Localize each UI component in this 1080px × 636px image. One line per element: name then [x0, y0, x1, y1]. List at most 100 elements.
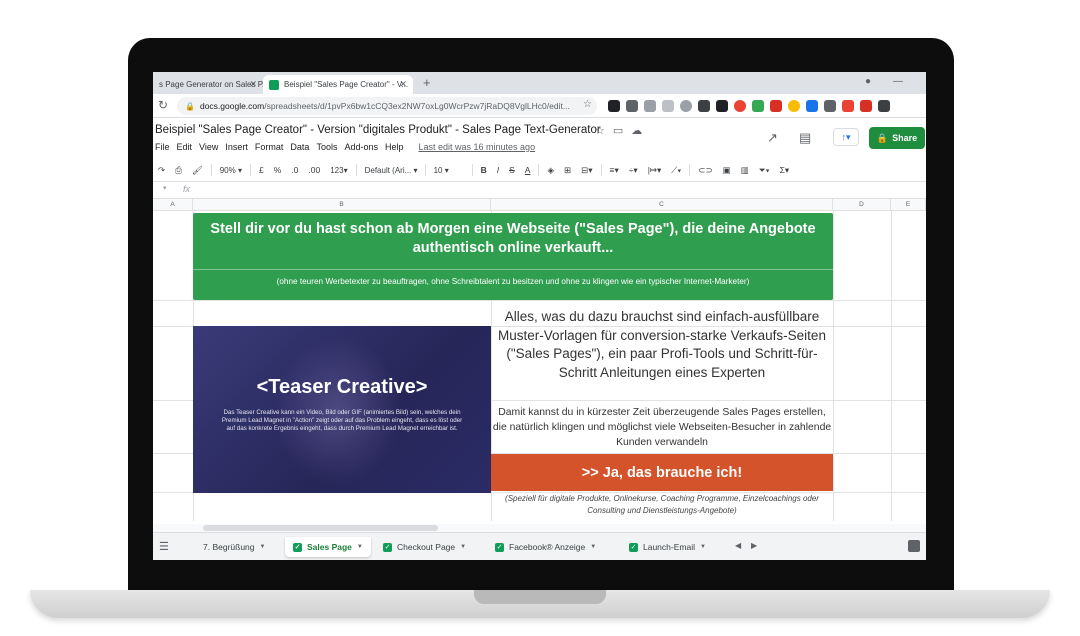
sheet-tab[interactable]: ✓ Launch-Email ▼ [621, 537, 714, 557]
extension-icon[interactable] [608, 100, 620, 112]
strikethrough-button[interactable]: S [504, 165, 520, 175]
column-header-e[interactable]: E [891, 199, 926, 211]
formula-bar[interactable]: ▾ fx [153, 181, 926, 199]
fill-color-icon[interactable]: ◈ [542, 165, 559, 176]
close-icon[interactable]: ✕ [249, 79, 257, 90]
present-button[interactable]: ↑▾ [833, 128, 859, 146]
activity-trend-icon[interactable]: ↗ [767, 130, 778, 146]
redo-icon[interactable]: ↷ [153, 165, 170, 176]
menu-format[interactable]: Format [255, 142, 284, 152]
browser-tab-active[interactable]: Beispiel "Sales Page Creator" - V... ✕ [263, 75, 413, 94]
extension-icon[interactable] [770, 100, 782, 112]
align-horizontal-icon[interactable]: ≡▾ [605, 165, 624, 176]
menu-insert[interactable]: Insert [225, 142, 248, 152]
extension-icon[interactable] [734, 100, 746, 112]
merge-cells-icon[interactable]: ⊟▾ [576, 165, 597, 176]
extension-icon[interactable] [662, 100, 674, 112]
name-box-caret-icon[interactable]: ▾ [163, 184, 167, 192]
scroll-tabs-right-icon[interactable]: ▶ [751, 541, 757, 550]
comment-icon[interactable]: ▣ [718, 165, 736, 176]
menu-tools[interactable]: Tools [316, 142, 337, 152]
percent-format-button[interactable]: % [269, 165, 287, 175]
text-wrap-icon[interactable]: |↦▾ [643, 165, 667, 176]
extension-icon[interactable] [644, 100, 656, 112]
cta-button[interactable]: >> Ja, das brauche ich! [491, 454, 833, 491]
borders-icon[interactable]: ⊞ [559, 165, 576, 176]
menu-help[interactable]: Help [385, 142, 404, 152]
extension-icon[interactable] [752, 100, 764, 112]
extension-icon[interactable] [842, 100, 854, 112]
font-select[interactable]: Default (Ari... ▾ [360, 166, 422, 175]
currency-format-button[interactable]: £ [254, 165, 269, 175]
text-color-button[interactable]: A [520, 165, 536, 175]
new-tab-icon[interactable]: + [423, 75, 431, 90]
sheet-tab[interactable]: ✓ Checkout Page ▼ [375, 537, 474, 557]
column-header-b[interactable]: B [193, 199, 491, 211]
column-header-a[interactable]: A [153, 199, 193, 211]
extension-icon[interactable] [698, 100, 710, 112]
chevron-down-icon[interactable]: ▼ [260, 544, 266, 550]
explore-icon[interactable] [908, 540, 920, 552]
url-input[interactable]: 🔒 docs.google.com /spreadsheets/d/1pvPx6… [177, 97, 597, 115]
browser-tab[interactable]: s Page Generator on Sales P... ✕ [153, 75, 263, 94]
menu-file[interactable]: File [155, 142, 170, 152]
scrollbar-thumb[interactable] [203, 525, 438, 531]
filter-icon[interactable]: ⏷▾ [754, 165, 775, 176]
extension-icon[interactable] [824, 100, 836, 112]
chart-icon[interactable]: ▥ [736, 165, 754, 176]
print-icon[interactable]: ⎙ [170, 165, 187, 176]
formatting-toolbar: ↷ ⎙ 🖌 90% ▾ £ % .0 .00 123▾ Default (Ari… [153, 160, 926, 180]
functions-icon[interactable]: Σ▾ [775, 165, 795, 176]
screen: s Page Generator on Sales P... ✕ Beispie… [153, 72, 926, 560]
extension-icon[interactable] [860, 100, 872, 112]
record-icon[interactable]: ● [865, 76, 871, 87]
folder-icon[interactable]: ▭ [613, 124, 623, 137]
menu-view[interactable]: View [199, 142, 218, 152]
share-button[interactable]: 🔒 Share [869, 127, 925, 149]
all-sheets-menu-icon[interactable]: ☰ [159, 540, 169, 553]
extension-icon[interactable] [806, 100, 818, 112]
menu-data[interactable]: Data [290, 142, 309, 152]
scroll-tabs-left-icon[interactable]: ◀ [735, 541, 741, 550]
close-icon[interactable]: ✕ [399, 79, 407, 90]
bookmark-star-icon[interactable]: ☆ [583, 99, 592, 110]
puzzle-icon[interactable] [878, 100, 890, 112]
italic-button[interactable]: I [492, 165, 504, 175]
align-vertical-icon[interactable]: ÷▾ [624, 165, 643, 176]
menu-addons[interactable]: Add-ons [344, 142, 378, 152]
link-icon[interactable]: ⊂⊃ [693, 165, 717, 176]
paint-format-icon[interactable]: 🖌 [187, 165, 208, 176]
document-title[interactable]: Beispiel "Sales Page Creator" - Version … [155, 124, 601, 136]
comments-icon[interactable]: ▤ [799, 130, 811, 146]
chevron-down-icon[interactable]: ▼ [460, 544, 466, 550]
increase-decimal-button[interactable]: .00 [303, 165, 325, 175]
chevron-down-icon[interactable]: ▼ [357, 544, 363, 550]
extension-icon[interactable] [680, 100, 692, 112]
minimize-icon[interactable]: — [893, 76, 903, 87]
extension-icon[interactable] [716, 100, 728, 112]
menu-edit[interactable]: Edit [177, 142, 193, 152]
number-format-select[interactable]: 123▾ [325, 166, 352, 175]
checkbox-icon: ✓ [629, 542, 638, 552]
horizontal-scrollbar[interactable] [153, 524, 926, 532]
chevron-down-icon[interactable]: ▼ [590, 544, 596, 550]
star-icon[interactable]: ☆ [595, 124, 605, 137]
sheet-tab-active[interactable]: ✓ Sales Page ▼ [285, 537, 371, 557]
font-size-select[interactable]: 10 ▾ [429, 166, 469, 175]
decrease-decimal-button[interactable]: .0 [286, 165, 303, 175]
text-rotate-icon[interactable]: ⟋▾ [666, 165, 686, 176]
sub-copy: Damit kannst du in kürzester Zeit überze… [492, 407, 832, 448]
extension-icon[interactable] [626, 100, 638, 112]
zoom-value: 90% [219, 165, 236, 175]
reload-icon[interactable]: ↻ [158, 98, 168, 112]
zoom-select[interactable]: 90% ▾ [215, 166, 247, 175]
column-header-d[interactable]: D [833, 199, 891, 211]
extension-icon[interactable] [788, 100, 800, 112]
bold-button[interactable]: B [476, 165, 492, 175]
column-header-c[interactable]: C [491, 199, 833, 211]
spreadsheet-grid[interactable]: Stell dir vor du hast schon ab Morgen ei… [153, 211, 926, 521]
sheet-tab[interactable]: ✓ Facebook® Anzeige ▼ [487, 537, 604, 557]
last-edit-link[interactable]: Last edit was 16 minutes ago [419, 142, 536, 152]
sheet-tab[interactable]: 7. Begrüßung ▼ [195, 537, 273, 557]
chevron-down-icon[interactable]: ▼ [700, 544, 706, 550]
